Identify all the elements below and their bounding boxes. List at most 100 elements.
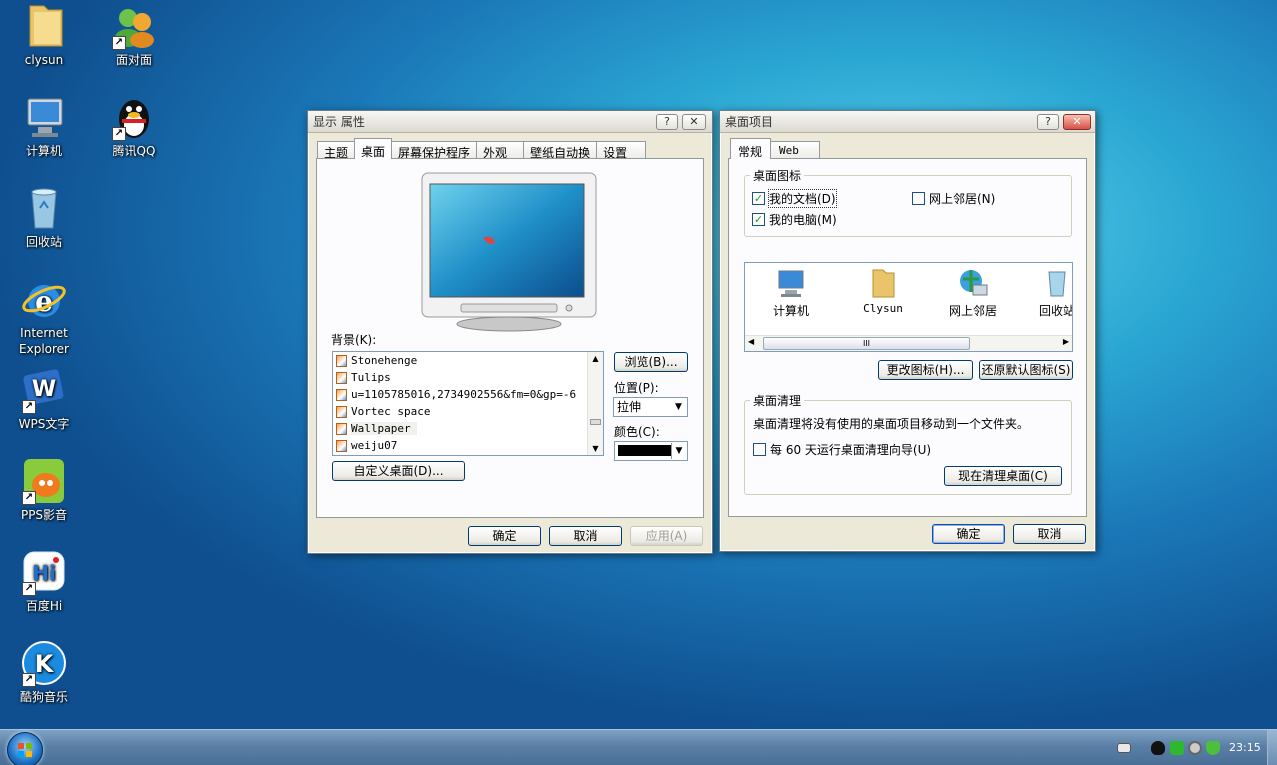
tab-desktop[interactable]: 桌面 [354,138,393,159]
close-button[interactable]: ✕ [1063,114,1091,130]
desktop-icon-computer[interactable]: 计算机 [2,93,86,159]
recycle-bin-icon [20,184,68,232]
qq-tray-icon[interactable] [1151,741,1165,755]
scroll-thumb[interactable] [590,419,601,425]
checkbox-icon [753,443,766,456]
help-button[interactable]: ? [656,114,678,130]
tab-general[interactable]: 常规 [730,138,772,159]
tab-settings[interactable]: 设置 [596,141,647,160]
shield-tray-icon[interactable] [1206,741,1220,755]
folder-icon [872,269,895,298]
windows-logo-icon [18,743,32,757]
svg-text:W: W [32,377,56,402]
color-label: 颜色(C): [614,425,660,439]
items-dialog-tabs: 常规 Web [730,138,820,159]
checkbox-icon [912,192,925,205]
list-item[interactable]: Stonehenge [333,352,603,369]
customize-desktop-button[interactable]: 自定义桌面(D)... [332,461,465,481]
tab-themes[interactable]: 主题 [317,141,356,160]
display-dialog-titlebar[interactable]: 显示 属性 ? ✕ [308,111,712,133]
image-file-icon [336,388,347,401]
horizontal-scrollbar[interactable]: ◀ III ▶ [745,335,1072,351]
list-item-selected[interactable]: Wallpaper [333,420,603,437]
background-list[interactable]: Stonehenge Tulips u=1105785016,273490255… [332,351,604,456]
browse-button[interactable]: 浏览(B)... [614,352,688,372]
monitor-icon [421,172,597,332]
contacts-icon: ↗ [110,2,158,50]
kugou-music-icon: K ↗ [20,639,68,687]
list-scrollbar[interactable]: ▲ ▼ [587,352,603,455]
folder-icon [20,2,68,50]
tab-screensaver[interactable]: 屏幕保护程序 [391,141,478,160]
change-icon-button[interactable]: 更改图标(H)... [878,360,973,380]
preview-item-recycle-bin[interactable]: 回收站 [1029,267,1072,319]
desktop-icon-internet-explorer[interactable]: e Internet Explorer [2,275,86,357]
desktop-icon-recycle-bin[interactable]: 回收站 [2,184,86,250]
list-item[interactable]: weiju07 [333,437,603,454]
desktop-icon-wps[interactable]: W ↗ WPS文字 [2,366,86,432]
pps-player-icon: ↗ [20,457,68,505]
help-button[interactable]: ? [1037,114,1059,130]
display-properties-dialog: 显示 属性 ? ✕ 主题 桌面 屏幕保护程序 外观 壁纸自动换 设置 背景(K)… [307,110,713,554]
shortcut-arrow-icon: ↗ [112,36,126,50]
background-label: 背景(K): [331,333,377,347]
wechat-tray-icon[interactable] [1170,741,1184,755]
desktop-items-dialog: 桌面项目 ? ✕ 常规 Web 桌面图标 ✓ 我的文档(D) 网上邻居(N) ✓… [719,110,1096,552]
display-dialog-tabs: 主题 桌面 屏幕保护程序 外观 壁纸自动换 设置 [317,138,647,160]
checkbox-run-cleanup[interactable]: 每 60 天运行桌面清理向导(U) [753,441,931,458]
items-dialog-titlebar[interactable]: 桌面项目 ? ✕ [720,111,1095,133]
taskbar: 23:15 [0,729,1277,765]
preview-item-network[interactable]: 网上邻居 [945,267,1001,319]
checkbox-my-documents[interactable]: ✓ 我的文档(D) [752,189,837,208]
image-file-icon [336,422,347,435]
desktop-icon-clysun[interactable]: clysun [2,2,86,68]
shortcut-arrow-icon: ↗ [112,127,126,141]
qq-penguin-icon: ↗ [110,93,158,141]
scroll-right-icon[interactable]: ▶ [1063,337,1069,346]
scroll-down-icon[interactable]: ▼ [588,444,603,453]
checkbox-my-computer[interactable]: ✓ 我的电脑(M) [752,211,837,228]
color-picker[interactable]: ▼ [614,441,688,461]
scroll-left-icon[interactable]: ◀ [748,337,754,346]
cleanup-description: 桌面清理将没有使用的桌面项目移动到一个文件夹。 [753,417,1030,431]
position-select[interactable]: 拉伸 ▼ [613,397,688,417]
desktop-icon-baidu-hi[interactable]: Hi ↗ 百度Hi [2,548,86,614]
close-button[interactable]: ✕ [682,114,706,130]
position-label: 位置(P): [614,381,659,395]
recycle-bin-icon [1048,271,1066,297]
cleanup-now-button[interactable]: 现在清理桌面(C) [944,466,1062,486]
wps-writer-icon: W ↗ [20,366,68,414]
desktop-icon-qq[interactable]: ↗ 腾讯QQ [92,93,176,159]
list-item[interactable]: Tulips [333,369,603,386]
preview-item-computer[interactable]: 计算机 [763,267,819,319]
list-item[interactable]: Vortec space [333,403,603,420]
baidu-hi-icon: Hi ↗ [20,548,68,596]
desktop-icon-kugou[interactable]: K ↗ 酷狗音乐 [2,639,86,705]
restore-default-button[interactable]: 还原默认图标(S) [979,360,1073,380]
list-item[interactable]: u=1105785016,2734902556&fm=0&gp=-6 [333,386,603,403]
start-button[interactable] [7,732,43,765]
desktop-icon-pps[interactable]: ↗ PPS影音 [2,457,86,523]
cancel-button[interactable]: 取消 [1013,524,1086,544]
desktop-icon-mianduimian[interactable]: ↗ 面对面 [92,2,176,68]
tab-appearance[interactable]: 外观 [476,141,525,160]
computer-icon [778,270,804,297]
tab-wallpaper-changer[interactable]: 壁纸自动换 [523,141,598,160]
checkbox-network-places[interactable]: 网上邻居(N) [912,190,995,207]
clock[interactable]: 23:15 [1229,741,1261,754]
scroll-up-icon[interactable]: ▲ [588,354,603,363]
image-file-icon [336,405,347,418]
general-tab-panel: 桌面图标 ✓ 我的文档(D) 网上邻居(N) ✓ 我的电脑(M) 计算机 Cly… [728,158,1087,517]
ok-button[interactable]: 确定 [932,524,1005,544]
show-desktop-button[interactable] [1267,730,1277,765]
scroll-thumb[interactable]: III [763,337,970,350]
preview-item-clysun[interactable]: Clysun [855,267,911,315]
disc-tray-icon[interactable] [1188,741,1202,755]
shortcut-arrow-icon: ↗ [22,491,36,505]
tab-web[interactable]: Web [770,141,820,159]
icon-preview-list[interactable]: 计算机 Clysun 网上邻居 回收站 ◀ III ▶ [744,262,1073,352]
apply-button[interactable]: 应用(A) [630,526,703,546]
cancel-button[interactable]: 取消 [549,526,622,546]
keyboard-icon[interactable] [1117,743,1131,753]
ok-button[interactable]: 确定 [468,526,541,546]
